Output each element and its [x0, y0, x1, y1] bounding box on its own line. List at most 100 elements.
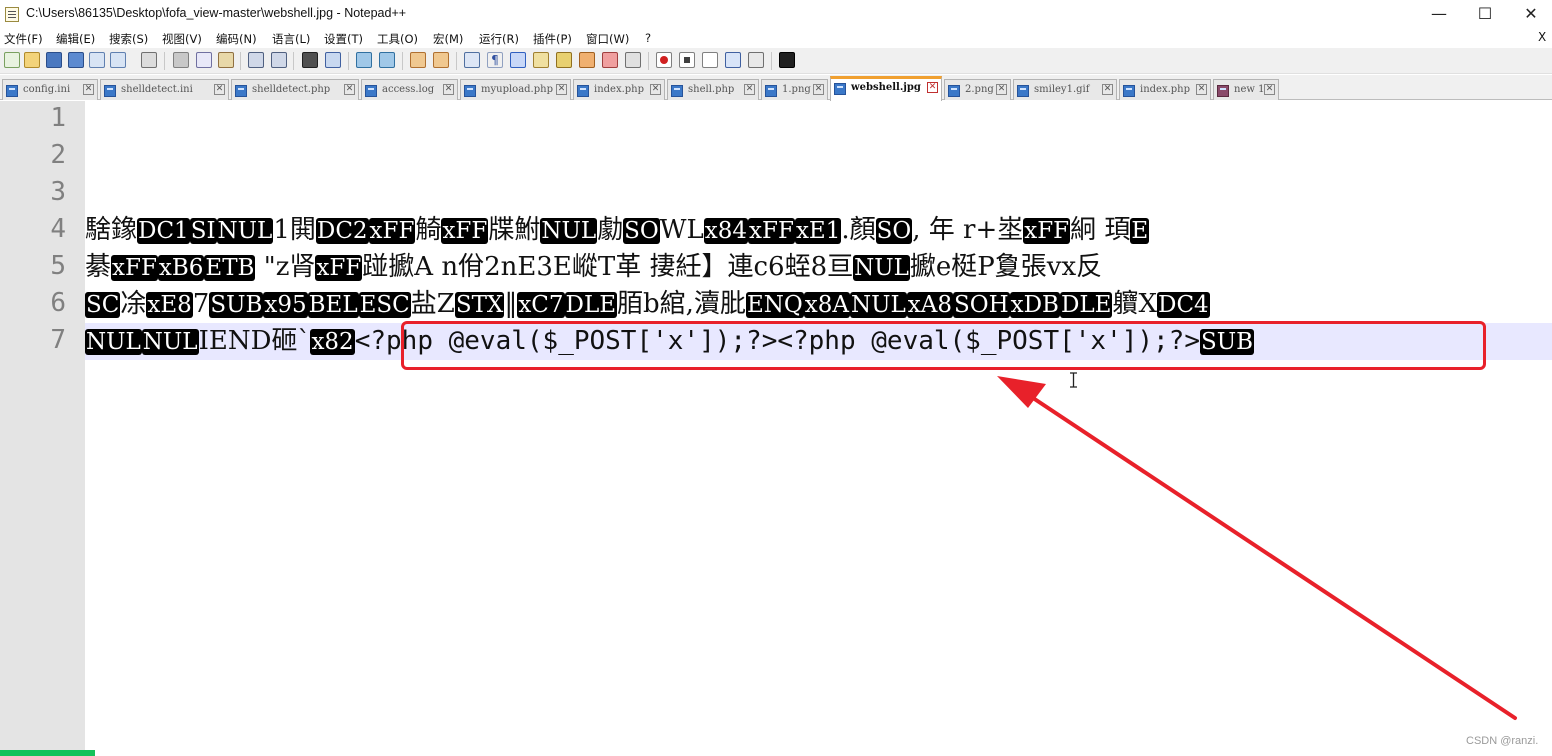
close-all-icon[interactable]	[110, 52, 126, 68]
menu-language[interactable]: 语言(L)	[272, 31, 310, 47]
tab-shelldetect-ini[interactable]: shelldetect.ini ✕	[100, 79, 229, 100]
tab-index-php-2[interactable]: index.php ✕	[1119, 79, 1211, 100]
tab-webshell-jpg[interactable]: webshell.jpg ✕	[830, 76, 942, 101]
save-icon[interactable]	[46, 52, 62, 68]
tab-label: index.php	[1140, 84, 1191, 95]
tab-shell-php[interactable]: shell.php ✕	[667, 79, 759, 100]
record-macro-icon[interactable]	[656, 52, 672, 68]
find-icon[interactable]	[302, 52, 318, 68]
indent-guide-icon[interactable]	[510, 52, 526, 68]
minimize-button[interactable]: —	[1416, 0, 1462, 29]
tab-close-icon[interactable]: ✕	[813, 84, 824, 95]
monitoring-icon[interactable]	[602, 52, 618, 68]
tab-new-1[interactable]: new 1 ✕	[1213, 79, 1279, 100]
copy-icon[interactable]	[196, 52, 212, 68]
code-line[interactable]	[85, 101, 1552, 138]
tab-close-icon[interactable]: ✕	[1264, 84, 1275, 95]
tab-close-icon[interactable]: ✕	[1196, 84, 1207, 95]
tab-1-png[interactable]: 1.png ✕	[761, 79, 828, 100]
menu-edit[interactable]: 编辑(E)	[56, 31, 95, 47]
menu-macro[interactable]: 宏(M)	[433, 31, 463, 47]
code-line[interactable]: 騇鐌DC1SINUL1閧DC2xFF觭xFF牒鮒NUL勮SOWLx84xFFxE…	[85, 212, 1552, 249]
sync-horizontal-icon[interactable]	[433, 52, 449, 68]
tab-config-ini[interactable]: config.ini ✕	[2, 79, 98, 100]
tab-index-php[interactable]: index.php ✕	[573, 79, 665, 100]
replace-icon[interactable]	[325, 52, 341, 68]
menu-settings[interactable]: 设置(T)	[324, 31, 363, 47]
run-macro-multiple-icon[interactable]	[725, 52, 741, 68]
binary-text: 7	[192, 289, 210, 319]
tab-access-log[interactable]: access.log ✕	[361, 79, 458, 100]
save-macro-icon[interactable]	[748, 52, 764, 68]
eye-icon[interactable]	[625, 52, 641, 68]
menu-encoding[interactable]: 编码(N)	[216, 31, 257, 47]
open-file-icon[interactable]	[24, 52, 40, 68]
editor-area[interactable]: 1 2 3 4 5 6 7 騇鐌DC1SINUL1閧DC2xFF觭xFF牒鮒NU…	[0, 101, 1552, 756]
undo-icon[interactable]	[248, 52, 264, 68]
menu-search[interactable]: 搜索(S)	[109, 31, 148, 47]
control-char-badge: SI	[189, 218, 217, 244]
control-char-badge: BEL	[307, 292, 359, 318]
tab-close-icon[interactable]: ✕	[744, 84, 755, 95]
redo-icon[interactable]	[271, 52, 287, 68]
tab-myupload-php[interactable]: myupload.php ✕	[460, 79, 571, 100]
tab-close-icon[interactable]: ✕	[214, 84, 225, 95]
control-char-badge: xDB	[1009, 292, 1060, 318]
menu-help[interactable]: ?	[645, 31, 651, 45]
tab-label: shelldetect.php	[252, 84, 331, 95]
tab-close-icon[interactable]: ✕	[443, 84, 454, 95]
new-file-icon[interactable]	[4, 52, 20, 68]
menu-view[interactable]: 视图(V)	[162, 31, 202, 47]
tab-smiley1-gif[interactable]: smiley1.gif ✕	[1013, 79, 1117, 100]
code-line[interactable]	[85, 138, 1552, 175]
menu-window[interactable]: 窗口(W)	[586, 31, 629, 47]
paste-icon[interactable]	[218, 52, 234, 68]
zoom-out-icon[interactable]	[379, 52, 395, 68]
toolbar-separator	[348, 52, 349, 70]
title-bar: C:\Users\86135\Desktop\fofa_view-master\…	[0, 0, 1552, 29]
zoom-in-icon[interactable]	[356, 52, 372, 68]
binary-text: 脜b綰,瀆肶	[617, 289, 746, 319]
tab-bar: config.ini ✕ shelldetect.ini ✕ shelldete…	[0, 75, 1552, 101]
toolbar-separator	[293, 52, 294, 70]
tab-close-icon[interactable]: ✕	[344, 84, 355, 95]
maximize-button[interactable]: ☐	[1462, 0, 1508, 29]
tab-close-icon[interactable]: ✕	[996, 84, 1007, 95]
print-icon[interactable]	[141, 52, 157, 68]
code-line[interactable]: 綦xFFxB6ETB "z肾xFF踫擨A n佾2nE3E嵷T革 捿紝】連c6蛭8…	[85, 249, 1552, 286]
menu-plugins[interactable]: 插件(P)	[533, 31, 572, 47]
control-char-badge: SO	[875, 218, 913, 244]
binary-text: 絅 頊	[1070, 215, 1131, 245]
play-macro-icon[interactable]	[702, 52, 718, 68]
control-char-badge: STX	[454, 292, 505, 318]
tab-close-icon[interactable]: ✕	[83, 84, 94, 95]
word-wrap-icon[interactable]	[464, 52, 480, 68]
tab-shelldetect-php[interactable]: shelldetect.php ✕	[231, 79, 359, 100]
annotation-highlight-box	[401, 321, 1486, 370]
code-line[interactable]: SC凃xE87SUBx95BELESC盐ZSTX‖xC7DLE脜b綰,瀆肶ENQ…	[85, 286, 1552, 323]
tab-close-icon[interactable]: ✕	[927, 82, 938, 93]
stop-macro-icon[interactable]	[679, 52, 695, 68]
code-line[interactable]	[85, 175, 1552, 212]
menu-file[interactable]: 文件(F)	[4, 31, 43, 47]
tab-close-icon[interactable]: ✕	[1102, 84, 1113, 95]
close-document-button[interactable]: X	[1538, 30, 1546, 44]
tab-2-png[interactable]: 2.png ✕	[944, 79, 1011, 100]
code-text[interactable]: 騇鐌DC1SINUL1閧DC2xFF觭xFF牒鮒NUL勮SOWLx84xFFxE…	[85, 101, 1552, 756]
close-window-button[interactable]: ✕	[1508, 0, 1552, 29]
sync-vertical-icon[interactable]	[410, 52, 426, 68]
menu-run[interactable]: 运行(R)	[479, 31, 519, 47]
save-all-icon[interactable]	[68, 52, 84, 68]
function-list-icon[interactable]	[533, 52, 549, 68]
menu-tools[interactable]: 工具(O)	[377, 31, 418, 47]
close-icon[interactable]	[89, 52, 105, 68]
doc-map-icon[interactable]	[556, 52, 572, 68]
tab-close-icon[interactable]: ✕	[556, 84, 567, 95]
cut-icon[interactable]	[173, 52, 189, 68]
status-strip	[0, 750, 95, 756]
folder-as-workspace-icon[interactable]	[579, 52, 595, 68]
line-number: 1	[50, 103, 66, 133]
console-icon[interactable]	[779, 52, 795, 68]
show-all-chars-icon[interactable]: ¶	[487, 52, 503, 68]
tab-close-icon[interactable]: ✕	[650, 84, 661, 95]
